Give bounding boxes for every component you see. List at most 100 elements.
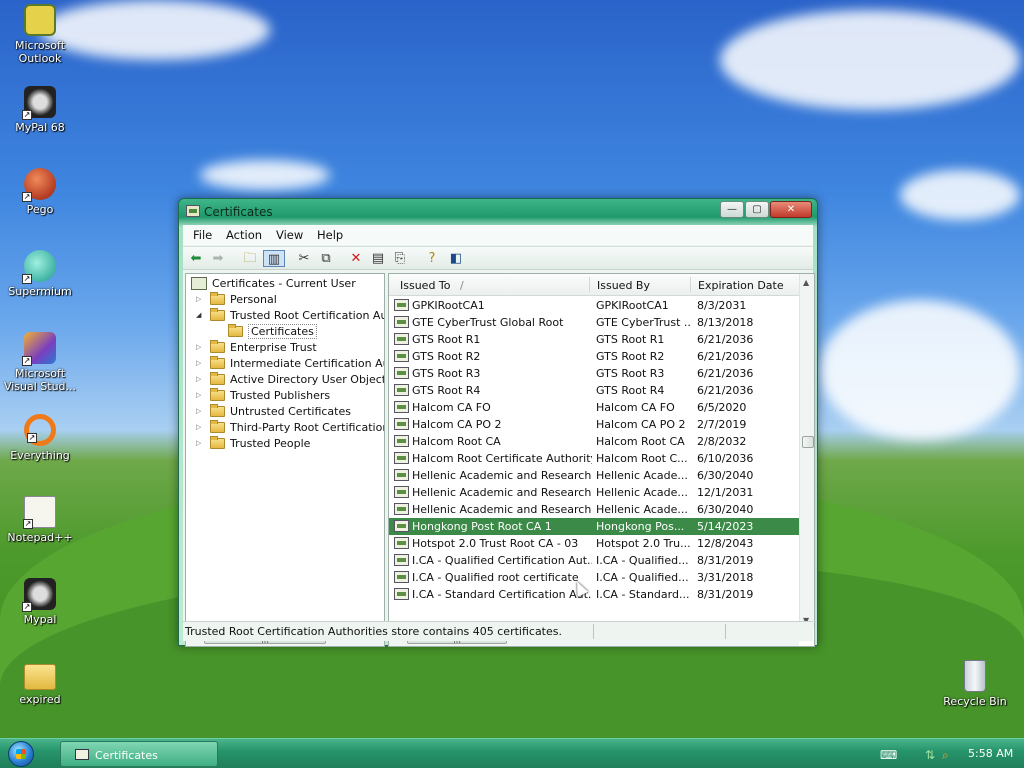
table-row[interactable]: I.CA - Qualified Certification Aut... I.C… xyxy=(389,552,799,569)
show-hide-tree-icon[interactable]: ▥ xyxy=(263,250,285,267)
column-header-issued-to[interactable]: Issued To xyxy=(400,279,451,292)
up-folder-icon[interactable]: 🗀 xyxy=(241,250,259,267)
scrollbar-thumb[interactable] xyxy=(802,436,814,448)
title-bar[interactable]: Certificates — ▢ ✕ xyxy=(179,199,817,225)
maximize-button[interactable]: ▢ xyxy=(745,201,769,218)
cell-expiration: 5/14/2023 xyxy=(697,520,754,533)
tree-item[interactable]: ▷ Trusted People xyxy=(186,436,384,452)
cell-expiration: 6/21/2036 xyxy=(697,367,754,380)
desktop-icon-everything[interactable]: ↗ Everything xyxy=(0,414,80,462)
tree-item[interactable]: ▷ Third-Party Root Certification Authori… xyxy=(186,420,384,436)
table-row[interactable]: GTS Root R2 GTS Root R2 6/21/2036 xyxy=(389,348,799,365)
tree-item[interactable]: ▷ Active Directory User Object xyxy=(186,372,384,388)
tree-item[interactable]: ▷ Untrusted Certificates xyxy=(186,404,384,420)
certificate-icon xyxy=(394,401,409,413)
folder-open-icon xyxy=(228,324,243,337)
cell-issued-by: Hotspot 2.0 Tru... xyxy=(596,537,691,550)
help-icon[interactable]: ? xyxy=(423,250,441,267)
desktop-icon-notepadpp[interactable]: ↗ Notepad++ xyxy=(0,496,80,544)
desktop-icon-pego[interactable]: ↗ Pego xyxy=(0,168,80,216)
certificate-list[interactable]: Issued To / Issued By Expiration Date GP… xyxy=(388,273,815,647)
folder-open-icon xyxy=(210,308,225,321)
table-row[interactable]: GTS Root R3 GTS Root R3 6/21/2036 xyxy=(389,365,799,382)
forward-icon[interactable]: ➡ xyxy=(209,250,227,267)
expand-arrow-icon[interactable]: ▷ xyxy=(196,343,203,352)
certificate-icon xyxy=(394,503,409,515)
table-row[interactable]: Halcom CA PO 2 Halcom CA PO 2 2/7/2019 xyxy=(389,416,799,433)
table-row[interactable]: I.CA - Qualified root certificate I.CA - … xyxy=(389,569,799,586)
tree-item-label: Enterprise Trust xyxy=(230,341,317,354)
certificate-icon xyxy=(394,452,409,464)
desktop-icon-expired[interactable]: expired xyxy=(0,660,80,706)
list-vertical-scrollbar[interactable]: ▲ ▼ xyxy=(799,274,814,630)
network-icon[interactable]: ⇅ xyxy=(925,748,935,762)
column-header-expiration[interactable]: Expiration Date xyxy=(698,279,784,292)
cut-icon[interactable]: ✂ xyxy=(295,250,313,267)
export-icon[interactable]: ⎘ xyxy=(391,250,409,267)
menu-view[interactable]: View xyxy=(276,228,303,242)
collapse-arrow-icon[interactable]: ◢ xyxy=(196,311,203,320)
desktop-icon-outlook[interactable]: Microsoft Outlook xyxy=(0,4,80,65)
expand-arrow-icon[interactable]: ▷ xyxy=(196,391,203,400)
menu-help[interactable]: Help xyxy=(317,228,343,242)
table-row[interactable]: Halcom CA FO Halcom CA FO 6/5/2020 xyxy=(389,399,799,416)
cell-issued-to: GTS Root R3 xyxy=(412,367,481,380)
search-icon[interactable]: ⌕ xyxy=(942,748,949,763)
menu-file[interactable]: File xyxy=(193,228,212,242)
expand-arrow-icon[interactable]: ▷ xyxy=(196,407,203,416)
status-divider xyxy=(593,624,594,639)
table-row[interactable]: Hellenic Academic and Research ... Hellen… xyxy=(389,501,799,518)
tree-pane[interactable]: Certificates - Current User ▷ Personal ◢… xyxy=(185,273,385,647)
column-divider[interactable] xyxy=(589,277,590,292)
taskbar-button-certificates[interactable]: Certificates xyxy=(60,741,218,767)
close-button[interactable]: ✕ xyxy=(770,201,812,218)
expand-arrow-icon[interactable]: ▷ xyxy=(196,359,203,368)
desktop-icon-label: Visual Stud... xyxy=(3,380,77,393)
delete-icon[interactable]: ✕ xyxy=(347,250,365,267)
cell-issued-by: Halcom CA PO 2 xyxy=(596,418,686,431)
tree-item[interactable]: ▷ Trusted Publishers xyxy=(186,388,384,404)
properties-icon[interactable]: ▤ xyxy=(369,250,387,267)
desktop-icon-recycle-bin[interactable]: Recycle Bin xyxy=(935,660,1015,708)
table-row[interactable]: GPKIRootCA1 GPKIRootCA1 8/3/2031 xyxy=(389,297,799,314)
scroll-up-icon[interactable]: ▲ xyxy=(803,278,809,287)
back-icon[interactable]: ⬅ xyxy=(187,250,205,267)
cell-issued-by: Halcom Root CA xyxy=(596,435,685,448)
sort-indicator-icon: / xyxy=(460,279,464,292)
tree-item[interactable]: ▷ Intermediate Certification Authorities xyxy=(186,356,384,372)
expand-arrow-icon[interactable]: ▷ xyxy=(196,439,203,448)
table-row[interactable]: GTS Root R4 GTS Root R4 6/21/2036 xyxy=(389,382,799,399)
menu-action[interactable]: Action xyxy=(226,228,262,242)
tree-root[interactable]: Certificates - Current User xyxy=(186,276,384,292)
expand-arrow-icon[interactable]: ▷ xyxy=(196,423,203,432)
table-row[interactable]: Hotspot 2.0 Trust Root CA - 03 Hotspot 2.… xyxy=(389,535,799,552)
tree-item[interactable]: ▷ Personal xyxy=(186,292,384,308)
tree-item[interactable]: ▷ Enterprise Trust xyxy=(186,340,384,356)
keyboard-icon[interactable]: ⌨ xyxy=(880,748,897,762)
expand-arrow-icon[interactable]: ▷ xyxy=(196,295,203,304)
table-row[interactable]: Halcom Root Certificate Authority Halcom … xyxy=(389,450,799,467)
expand-arrow-icon[interactable]: ▷ xyxy=(196,375,203,384)
column-header-issued-by[interactable]: Issued By xyxy=(597,279,650,292)
desktop-icon-mypal68[interactable]: ↗ MyPal 68 xyxy=(0,86,80,134)
table-row[interactable]: GTE CyberTrust Global Root GTE CyberTrust… xyxy=(389,314,799,331)
table-row[interactable]: GTS Root R1 GTS Root R1 6/21/2036 xyxy=(389,331,799,348)
table-row-selected[interactable]: Hongkong Post Root CA 1 Hongkong Pos... 5/… xyxy=(389,518,799,535)
start-button[interactable] xyxy=(8,741,34,767)
minimize-button[interactable]: — xyxy=(720,201,744,218)
desktop-icon-mypal[interactable]: ↗ Mypal xyxy=(0,578,80,626)
desktop-icon-visual-studio[interactable]: ↗ Microsoft Visual Stud... xyxy=(0,332,80,393)
table-row[interactable]: Hellenic Academic and Research ... Hellen… xyxy=(389,484,799,501)
table-row[interactable]: I.CA - Standard Certification Aut... I.CA… xyxy=(389,586,799,603)
tree-item-selected[interactable]: Certificates xyxy=(186,324,384,340)
table-row[interactable]: Hellenic Academic and Research ... Hellen… xyxy=(389,467,799,484)
action-pane-icon[interactable]: ◧ xyxy=(447,250,465,267)
table-row[interactable]: Halcom Root CA Halcom Root CA 2/8/2032 xyxy=(389,433,799,450)
cell-expiration: 6/5/2020 xyxy=(697,401,747,414)
tree-item-label: Trusted Root Certification Authorities xyxy=(230,309,384,322)
clock[interactable]: 5:58 AM xyxy=(968,747,1013,760)
column-divider[interactable] xyxy=(690,277,691,292)
desktop-icon-supermium[interactable]: ↗ Supermium xyxy=(0,250,80,298)
tree-item[interactable]: ◢ Trusted Root Certification Authorities xyxy=(186,308,384,324)
copy-icon[interactable]: ⧉ xyxy=(317,250,335,267)
